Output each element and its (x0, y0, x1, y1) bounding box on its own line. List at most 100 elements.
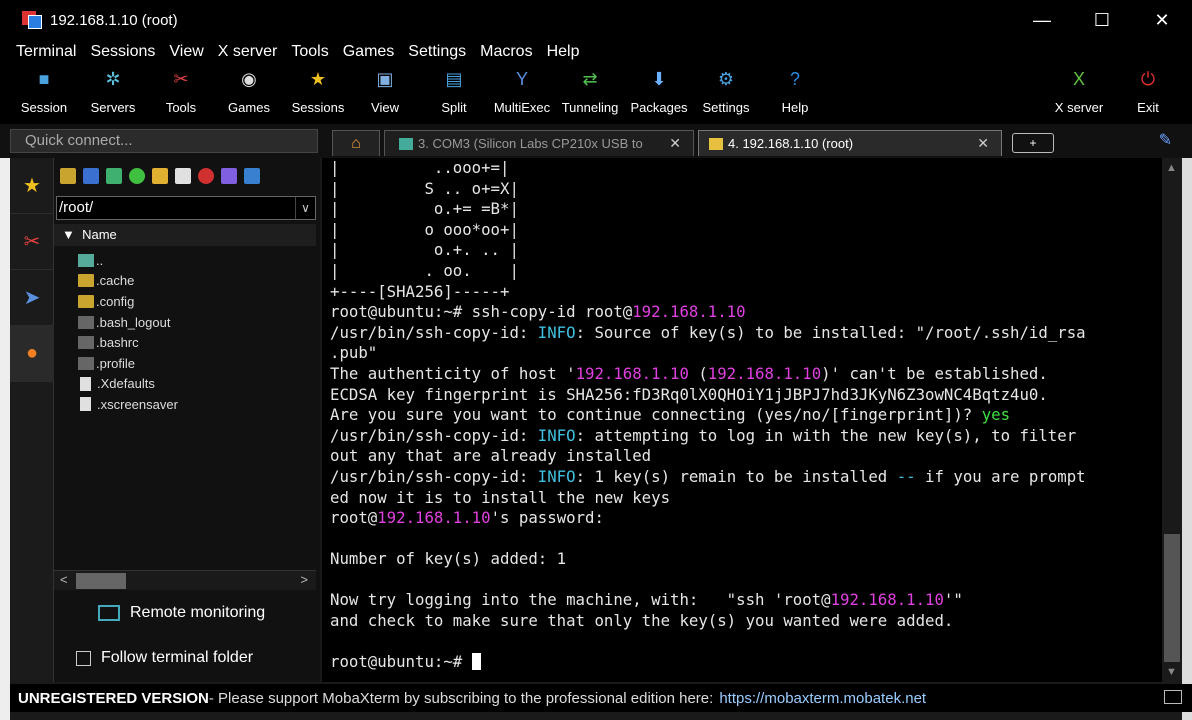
toolbar-help-button[interactable]: ? Help (755, 68, 835, 116)
menu-sessions[interactable]: Sessions (90, 43, 155, 61)
background-left-edge (0, 124, 10, 720)
remote-monitoring-button[interactable]: Remote monitoring (98, 604, 265, 622)
file-row[interactable]: .bash_logout (78, 312, 178, 333)
terminal-text: 192.168.1.10 (830, 590, 944, 610)
toolbar-session-button[interactable]: ■ Session (4, 68, 84, 116)
scrollbar-thumb[interactable] (76, 573, 126, 589)
keyboard-icon[interactable] (1164, 690, 1182, 704)
terminal-text: | . oo. | (330, 260, 519, 280)
macros-send-icon[interactable]: ➤ (10, 270, 54, 326)
terminal-text: '" (943, 590, 963, 610)
terminal-text: 192.168.1.10 (377, 508, 491, 528)
toolbar-exit-button[interactable]: ⏻ Exit (1108, 68, 1188, 116)
terminal-line: | ..ooo+=| (330, 158, 1162, 179)
upload-icon[interactable] (106, 168, 122, 184)
title-bar[interactable]: 192.168.1.10 (root) — ☐ ✕ (0, 0, 1192, 40)
terminal-line: root@192.168.1.10's password: (330, 508, 1162, 529)
refresh-icon[interactable] (129, 168, 145, 184)
toolbar-label: Packages (630, 100, 688, 115)
tab-com3-close-icon[interactable]: ✕ (669, 135, 681, 152)
chevron-down-icon[interactable]: ∨ (295, 197, 315, 219)
terminal-cursor (471, 653, 481, 671)
terminal-line: out any that are already installed (330, 446, 1162, 467)
menu-tools[interactable]: Tools (291, 43, 328, 61)
games-icon: ◉ (241, 68, 257, 89)
terminal-text: -- (896, 466, 916, 486)
home-tab[interactable]: ⌂ (332, 130, 380, 156)
toolbar-settings-button[interactable]: ⚙ Settings (686, 68, 766, 116)
name-column-header[interactable]: ▼ Name (54, 224, 316, 246)
rename-icon[interactable] (221, 168, 237, 184)
terminal-line: Are you sure you want to continue connec… (330, 405, 1162, 426)
terminal-scrollbar[interactable]: ▲ ▼ (1162, 158, 1182, 682)
file-list: .. .cache .config .bash_logout .bashrc .profi… (78, 250, 178, 415)
toolbar-label: Settings (702, 100, 750, 115)
terminal-line: /usr/bin/ssh-copy-id: INFO: 1 key(s) rem… (330, 467, 1162, 488)
delete-icon[interactable] (198, 168, 214, 184)
tools-rail-icon[interactable]: ✂ (10, 214, 54, 270)
attachment-icon[interactable]: ✎ (1159, 130, 1172, 150)
maximize-button[interactable]: ☐ (1072, 0, 1132, 40)
scroll-left-icon[interactable]: < (60, 572, 68, 587)
file-row[interactable]: .xscreensaver (78, 394, 178, 415)
file-row[interactable]: .profile (78, 353, 178, 374)
file-row[interactable]: .cache (78, 271, 178, 292)
toolbar-x-server-button[interactable]: X X server (1039, 68, 1119, 116)
file-row[interactable]: .. (78, 250, 178, 271)
menu-games[interactable]: Games (343, 43, 395, 61)
exit-icon: ⏻ (1140, 68, 1156, 89)
mobaxterm-link[interactable]: https://mobaxterm.mobatek.net (719, 690, 926, 707)
terminal-line: ECDSA key fingerprint is SHA256:fD3Rq0lX… (330, 385, 1162, 406)
menu-x-server[interactable]: X server (218, 43, 278, 61)
scroll-up-icon[interactable]: ▲ (1166, 162, 1177, 174)
file-icon (78, 315, 94, 329)
menu-view[interactable]: View (169, 43, 203, 61)
sessions-star-icon[interactable]: ★ (10, 158, 54, 214)
terminal-scrollbar-thumb[interactable] (1164, 534, 1180, 662)
file-icon (80, 397, 91, 412)
quick-connect-input[interactable]: Quick connect... (10, 129, 318, 153)
new-tab-button[interactable]: + (1012, 133, 1054, 153)
new-file-icon[interactable] (175, 168, 191, 184)
terminal-output[interactable]: | ..ooo+=| | S .. o+=X| | o.+= =B*| | o ooo… (322, 158, 1162, 682)
terminal-text: root@ubuntu:~# ssh-copy-id root@ (330, 302, 633, 322)
toolbar-tunneling-button[interactable]: ⇄ Tunneling (550, 68, 630, 116)
menu-terminal[interactable]: Terminal (16, 43, 76, 61)
menu-help[interactable]: Help (547, 43, 580, 61)
close-window-button[interactable]: ✕ (1132, 0, 1192, 40)
horizontal-scrollbar[interactable]: < > (54, 570, 316, 590)
toolbar-view-button[interactable]: ▣ View (345, 68, 425, 116)
new-folder-icon[interactable] (152, 168, 168, 184)
tab-ssh-close-icon[interactable]: ✕ (977, 135, 989, 152)
minimize-button[interactable]: — (1012, 0, 1072, 40)
terminal-text: | ..ooo+=| (330, 158, 510, 177)
checkbox-box[interactable] (76, 650, 91, 666)
view-icon: ▣ (376, 68, 394, 89)
file-name: .Xdefaults (97, 376, 155, 392)
follow-terminal-folder-checkbox[interactable]: Follow terminal folder (76, 649, 253, 667)
sidebar-rail: ★ ✂ ➤ ● (10, 158, 54, 682)
permissions-icon[interactable] (244, 168, 260, 184)
parent-folder-icon[interactable] (60, 168, 76, 184)
path-value: /root/ (59, 199, 94, 216)
tab-ssh-session[interactable]: 4. 192.168.1.10 (root) ✕ (698, 130, 1002, 156)
file-row[interactable]: .bashrc (78, 332, 178, 353)
terminal-text: : 1 key(s) remain to be installed (575, 466, 897, 486)
toolbar-games-button[interactable]: ◉ Games (209, 68, 289, 116)
path-input[interactable]: /root/ ∨ (56, 196, 316, 220)
terminal-text: Are you sure you want to continue connec… (330, 405, 982, 425)
tab-com3[interactable]: 3. COM3 (Silicon Labs CP210x USB to ✕ (384, 130, 694, 156)
file-row[interactable]: .config (78, 291, 178, 312)
sftp-browser-icon[interactable]: ● (10, 326, 54, 382)
file-row[interactable]: .Xdefaults (78, 374, 178, 395)
file-name: .xscreensaver (97, 396, 178, 412)
toolbar-label: X server (1054, 100, 1104, 115)
sessions-star-icon: ★ (309, 68, 327, 89)
menu-settings[interactable]: Settings (408, 43, 466, 61)
menu-macros[interactable]: Macros (480, 43, 532, 61)
download-icon[interactable] (83, 168, 99, 184)
scroll-down-icon[interactable]: ▼ (1166, 666, 1177, 678)
scroll-right-icon[interactable]: > (300, 572, 308, 587)
status-bar: UNREGISTERED VERSION - Please support Mo… (10, 684, 1192, 712)
